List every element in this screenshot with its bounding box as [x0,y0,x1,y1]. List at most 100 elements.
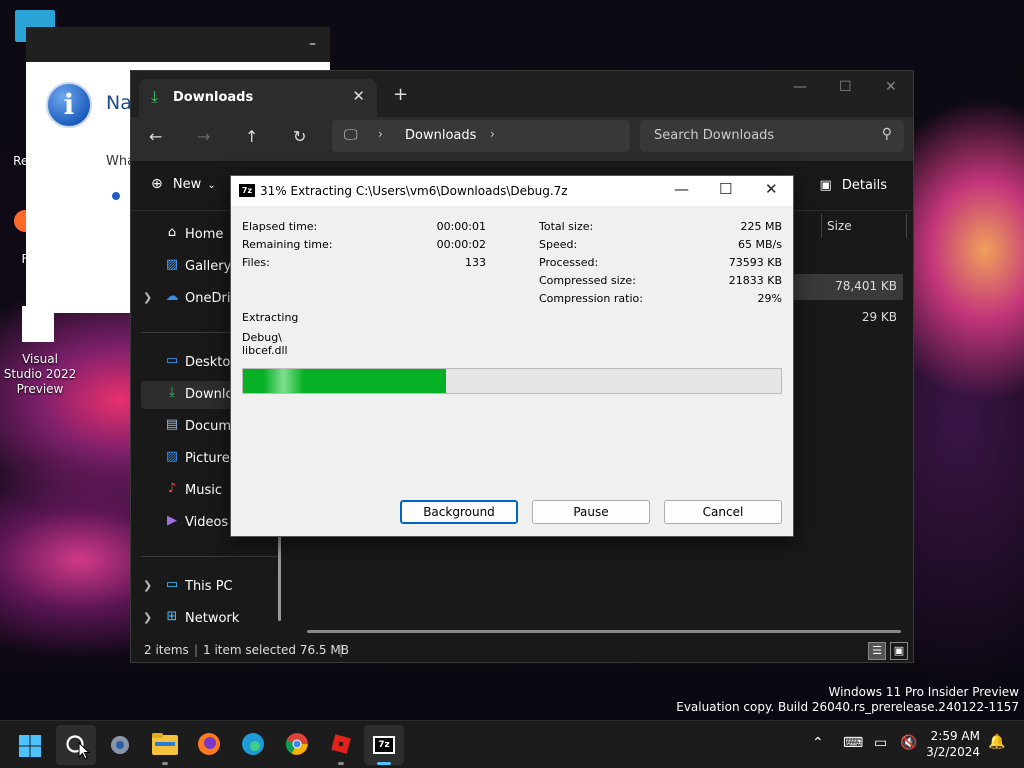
music-icon: ♪ [167,481,177,496]
close-button[interactable]: ✕ [885,79,897,95]
settings-button[interactable] [108,733,132,757]
remaining-time-label: Remaining time: [242,238,333,251]
status-separator: | [339,643,344,657]
sidebar-item-network[interactable]: ❯ ⊞ Network [141,605,281,633]
clock[interactable]: 2:59 AM 3/2/2024 [926,728,980,760]
videos-icon: ▶ [167,513,177,528]
explorer-tabbar: ⤓ Downloads ✕ + — ☐ ✕ [131,71,913,117]
keyboard-icon[interactable]: ⌨ [843,735,863,751]
elapsed-time-label: Elapsed time: [242,220,318,233]
chevron-up-icon[interactable]: ⌃ [812,735,824,751]
new-button[interactable]: ⊕ New ⌄ [151,176,216,192]
column-header-size[interactable]: Size [827,219,852,233]
pictures-icon: ▨ [165,449,179,464]
new-tab-button[interactable]: + [393,84,408,105]
folder-icon [152,733,178,755]
new-button-label: New [172,177,202,192]
volume-muted-icon[interactable]: 🔇 [900,735,917,751]
watermark-line2: Evaluation copy. Build 26040.rs_prerelea… [676,700,1019,714]
pc-icon: ▭ [165,577,179,592]
windows-logo-icon [19,735,41,757]
notification-bell-icon[interactable]: 🔔 [988,734,1005,750]
compressed-size-label: Compressed size: [539,274,636,287]
home-icon: ⌂ [167,225,177,240]
column-separator[interactable] [906,214,907,238]
details-label: Details [841,178,887,193]
back-button[interactable]: ← [149,127,162,146]
download-icon: ⤓ [151,87,159,106]
sidebar-item-this-pc[interactable]: ❯ ▭ This PC [141,573,281,601]
info-dialog-titlebar: – [26,27,330,62]
download-icon: ⤓ [169,385,175,400]
chevron-right-icon[interactable]: ❯ [143,291,152,304]
action-label: Extracting [242,311,299,324]
network-icon[interactable]: ▭ [874,735,887,751]
desktop-icon-label: Visual Studio 2022 Preview [3,352,77,396]
details-button[interactable]: ▣ Details [819,178,887,193]
files-value: 133 [465,256,486,269]
details-view-icon[interactable]: ☰ [868,642,886,660]
close-button[interactable]: ✕ [765,180,778,198]
elapsed-time-value: 00:00:01 [436,220,486,233]
gallery-icon: ▨ [165,257,179,272]
address-field[interactable]: 🖵 › Downloads › [332,120,630,152]
chevron-right-icon[interactable]: › [378,127,383,141]
sidebar-item-label: Pictures [185,451,237,466]
chevron-right-icon[interactable]: › [490,127,495,141]
radio-icon[interactable] [112,192,120,200]
minimize-button[interactable]: — [674,180,689,198]
sidebar-item-label: Videos [185,515,229,530]
minimize-button[interactable]: — [793,79,807,95]
dialog-titlebar: 7z 31% Extracting C:\Users\vm6\Downloads… [231,176,793,206]
running-indicator [338,762,344,765]
refresh-button[interactable]: ↻ [293,127,306,146]
cancel-button[interactable]: Cancel [664,500,782,524]
7zip-taskbar-button[interactable]: 7z [373,736,395,754]
search-input[interactable]: Search Downloads ⚲ [640,120,904,152]
search-icon: ⚲ [881,126,892,142]
tab-downloads[interactable]: ⤓ Downloads ✕ [139,79,377,117]
roblox-button[interactable] [330,733,352,755]
desktop-icon-visual-studio[interactable]: Visual Studio 2022 Preview [2,306,78,397]
column-separator[interactable] [821,214,822,238]
current-folder: Debug\ [242,331,282,344]
pause-button[interactable]: Pause [532,500,650,524]
tab-close-icon[interactable]: ✕ [352,87,365,105]
minimize-button[interactable]: – [309,36,316,52]
tiles-view-icon[interactable]: ▣ [890,642,908,660]
chrome-button[interactable] [285,732,309,756]
processed-value: 73593 KB [728,256,782,269]
chevron-down-icon: ⌄ [207,180,216,191]
horizontal-scrollbar[interactable] [307,630,901,633]
chevron-right-icon[interactable]: ❯ [143,579,152,592]
forward-button[interactable]: → [197,127,210,146]
remaining-time-value: 00:00:02 [436,238,486,251]
7zip-logo-icon: 7z [375,738,393,752]
breadcrumb-downloads[interactable]: Downloads [405,128,476,143]
maximize-button[interactable]: ☐ [839,79,852,95]
taskbar: 7z ⌃ ⌨ ▭ 🔇 2:59 AM 3/2/2024 🔔 [0,720,1024,768]
plus-circle-icon: ⊕ [151,176,163,192]
sidebar-item-label: Home [185,227,224,242]
document-icon: ▤ [165,417,179,432]
firefox-button[interactable] [197,732,221,756]
clock-date: 3/2/2024 [926,745,980,759]
roblox-icon [331,734,351,754]
file-explorer-button[interactable] [152,733,178,755]
current-file: libcef.dll [242,344,288,357]
maximize-button[interactable]: ☐ [719,180,732,198]
extract-progress-dialog: 7z 31% Extracting C:\Users\vm6\Downloads… [230,175,794,537]
start-button[interactable] [18,734,42,758]
firefox-icon [198,733,220,755]
status-bar: 2 items | 1 item selected 76.5 MB | ☰ ▣ [131,638,913,664]
file-size: 29 KB [861,310,897,324]
up-button[interactable]: ↑ [245,127,258,146]
evaluation-watermark: Windows 11 Pro Insider Preview Evaluatio… [676,685,1019,715]
tab-label: Downloads [173,90,254,105]
edge-button[interactable] [241,732,265,756]
details-pane-icon: ▣ [819,178,832,193]
sidebar-item-label: This PC [185,579,233,594]
dialog-title: 31% Extracting C:\Users\vm6\Downloads\De… [260,184,568,198]
background-button[interactable]: Background [400,500,518,524]
chevron-right-icon[interactable]: ❯ [143,611,152,624]
